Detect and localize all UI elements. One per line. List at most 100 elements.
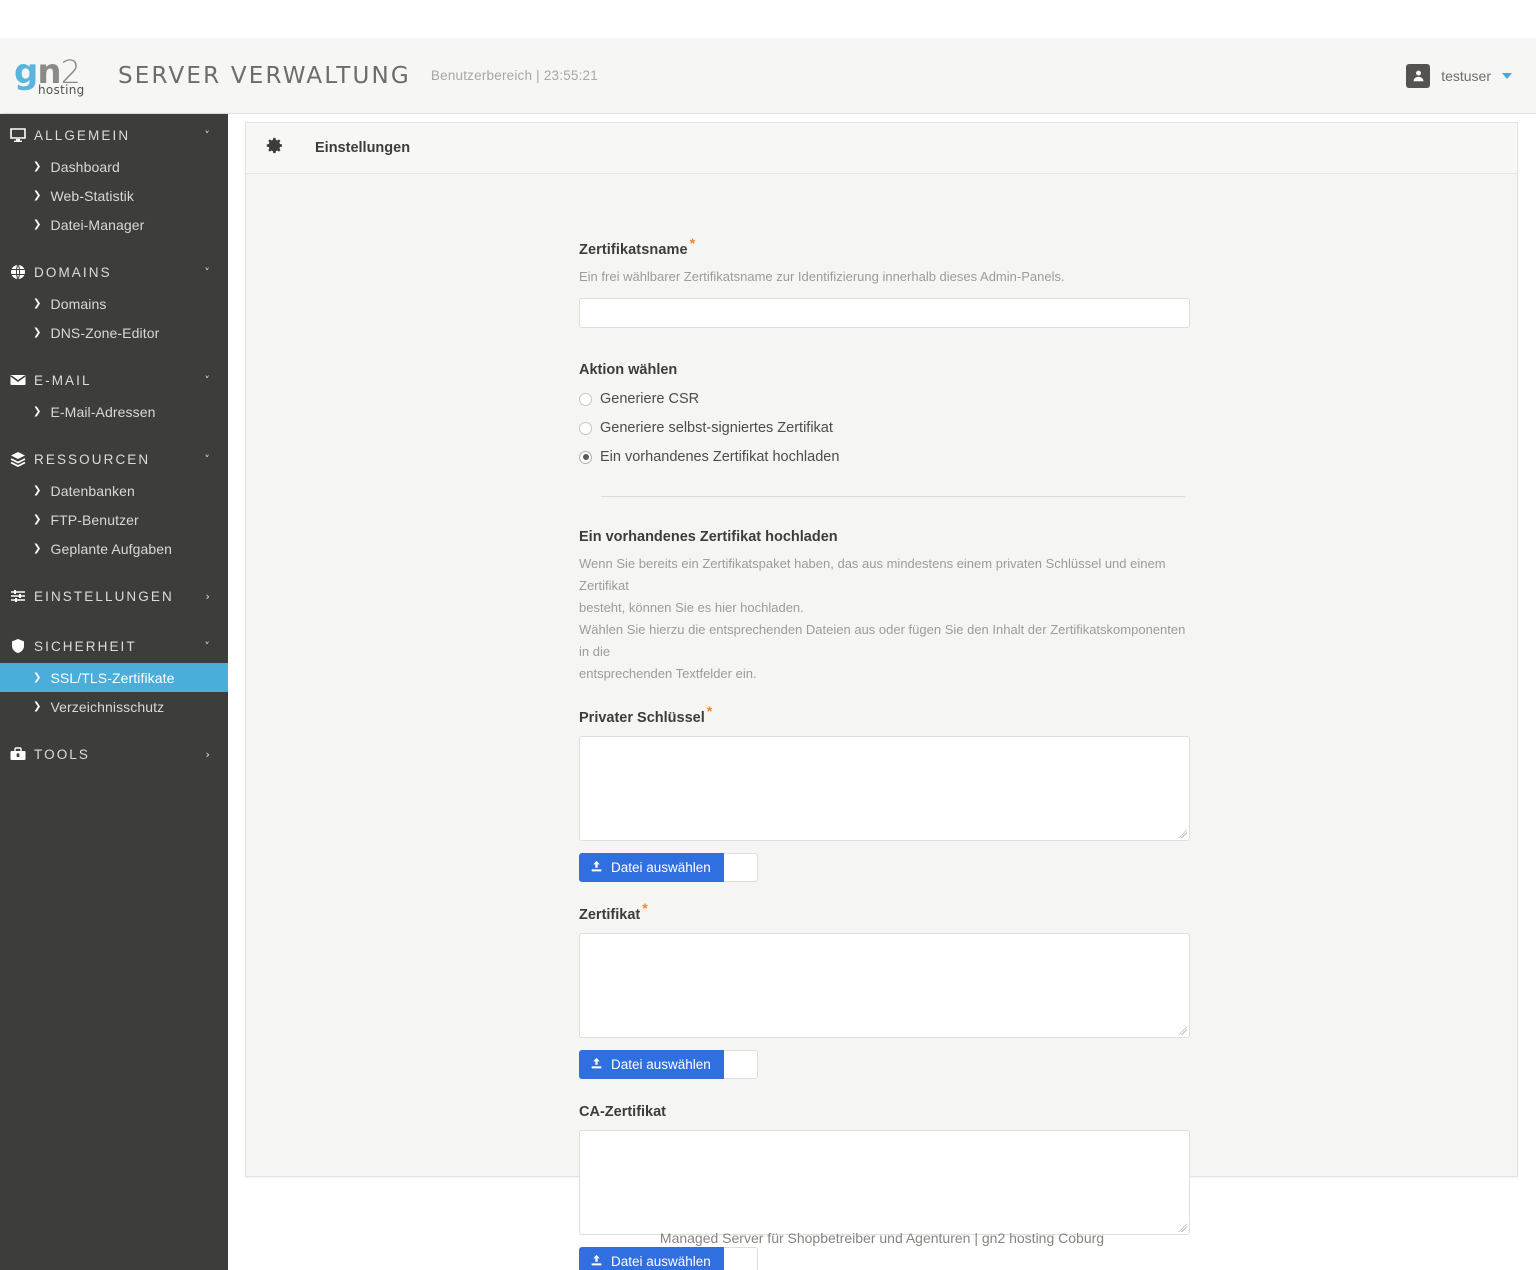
certificate-textarea[interactable] [579, 933, 1190, 1038]
file-button-label: Datei auswählen [611, 860, 711, 875]
certificate-form: Zertifikatsname * Ein frei wählbarer Zert… [579, 236, 1190, 1270]
sidebar-group-email[interactable]: E-MAIL ˅ [0, 363, 228, 397]
settings-panel: Einstellungen Zertifikatsname * Ein frei … [245, 122, 1518, 1270]
chevron-right-icon: ❯ [33, 514, 42, 525]
radio-icon[interactable] [579, 421, 592, 435]
logo-part-g: g [14, 51, 38, 92]
private-key-file-button[interactable]: Datei auswählen [579, 853, 724, 882]
sidebar-item-dns-zone-editor[interactable]: ❯ DNS-Zone-Editor [0, 318, 228, 347]
action-section-title: Aktion wählen [579, 362, 678, 378]
sidebar-group-einstellungen[interactable]: EINSTELLUNGEN › [0, 579, 228, 613]
user-icon [1406, 63, 1431, 88]
envelope-icon [10, 372, 34, 388]
file-button-label: Datei auswählen [611, 1057, 711, 1072]
gn2-logo-icon[interactable]: gn2 hosting [14, 53, 92, 99]
sidebar-item-label: Verzeichnisschutz [50, 698, 165, 715]
sidebar-item-label: E-Mail-Adressen [50, 403, 156, 420]
ca-certificate-textarea[interactable] [579, 1130, 1190, 1235]
panel-header: Einstellungen [246, 123, 1517, 174]
chevron-right-icon: ❯ [33, 406, 42, 417]
sidebar-item-label: DNS-Zone-Editor [50, 324, 160, 341]
certificate-file-button[interactable]: Datei auswählen [579, 1050, 724, 1079]
chevron-right-icon[interactable]: › [206, 748, 213, 761]
chevron-down-icon[interactable]: ˅ [204, 266, 212, 279]
sidebar-group-tools[interactable]: TOOLS › [0, 737, 228, 771]
private-key-label-text: Privater Schlüssel [579, 710, 705, 726]
ca-certificate-file-row: Datei auswählen [579, 1247, 1190, 1270]
user-menu[interactable]: testuser [1406, 63, 1512, 88]
upload-icon [590, 1254, 603, 1270]
sidebar-item-geplante-aufgaben[interactable]: ❯ Geplante Aufgaben [0, 534, 228, 563]
sidebar-item-web-statistik[interactable]: ❯ Web-Statistik [0, 181, 228, 210]
sidebar-item-label: Dashboard [50, 158, 120, 175]
upload-text-line-3: Wählen Sie hierzu die entsprechenden Dat… [579, 622, 1186, 659]
private-key-textarea[interactable] [579, 736, 1190, 841]
sidebar-item-datenbanken[interactable]: ❯ Datenbanken [0, 476, 228, 505]
private-key-file-field[interactable] [723, 853, 758, 882]
radio-option-hochladen[interactable]: Ein vorhandenes Zertifikat hochladen [579, 449, 1190, 465]
private-key-label: Privater Schlüssel * [579, 704, 1190, 726]
sidebar-item-label: Datei-Manager [50, 216, 145, 233]
ca-certificate-label: CA-Zertifikat [579, 1104, 1190, 1120]
sidebar-group-domains[interactable]: DOMAINS ˅ [0, 255, 228, 289]
sidebar-group-label: DOMAINS [34, 264, 112, 280]
sidebar-group-ressourcen[interactable]: RESSOURCEN ˅ [0, 442, 228, 476]
footer-text: Managed Server für Shopbetreiber und Age… [659, 1230, 1105, 1246]
sidebar-item-ftp-benutzer[interactable]: ❯ FTP-Benutzer [0, 505, 228, 534]
sidebar-group-label: SICHERHEIT [34, 638, 137, 654]
sidebar-item-domains[interactable]: ❯ Domains [0, 289, 228, 318]
sidebar-item-verzeichnisschutz[interactable]: ❯ Verzeichnisschutz [0, 692, 228, 721]
sidebar-item-label: SSL/TLS-Zertifikate [50, 669, 175, 686]
radio-option-selbst-signiert[interactable]: Generiere selbst-signiertes Zertifikat [579, 420, 1190, 436]
globe-icon [10, 264, 34, 280]
toolbox-icon [10, 746, 34, 762]
sidebar-item-label: FTP-Benutzer [50, 511, 139, 528]
logo-subtitle: hosting [38, 82, 85, 97]
sidebar-group-label: EINSTELLUNGEN [34, 588, 174, 604]
sidebar-item-label: Domains [50, 295, 107, 312]
sidebar-item-label: Web-Statistik [50, 187, 134, 204]
certificate-label-text: Zertifikat [579, 907, 641, 923]
radio-option-generiere-csr[interactable]: Generiere CSR [579, 391, 1190, 407]
private-key-file-row: Datei auswählen [579, 853, 1190, 882]
app-subtitle: Benutzerbereich | 23:55:21 [430, 68, 598, 83]
cert-name-input[interactable] [579, 298, 1190, 328]
radio-icon-selected[interactable] [579, 450, 592, 464]
chevron-down-icon[interactable]: ˅ [204, 374, 212, 387]
sidebar-item-datei-manager[interactable]: ❯ Datei-Manager [0, 210, 228, 239]
chevron-right-icon: ❯ [33, 161, 42, 172]
sidebar: ALLGEMEIN ˅ ❯ Dashboard ❯ Web-Statistik … [0, 114, 228, 1270]
sidebar-item-dashboard[interactable]: ❯ Dashboard [0, 152, 228, 181]
chevron-down-icon[interactable]: ˅ [204, 453, 212, 466]
certificate-file-row: Datei auswählen [579, 1050, 1190, 1079]
radio-icon[interactable] [579, 392, 592, 406]
page-title: Einstellungen [315, 140, 411, 156]
upload-block-text: Wenn Sie bereits ein Zertifikatspaket ha… [579, 553, 1190, 685]
ca-certificate-file-button[interactable]: Datei auswählen [579, 1247, 724, 1270]
radio-label: Generiere CSR [600, 391, 700, 407]
sidebar-item-ssl-tls-zertifikate[interactable]: ❯ SSL/TLS-Zertifikate [0, 663, 228, 692]
chevron-down-icon[interactable]: ˅ [204, 640, 212, 653]
chevron-down-icon[interactable] [1502, 72, 1512, 79]
desktop-icon [10, 127, 34, 143]
cert-name-label: Zertifikatsname * [579, 236, 1190, 258]
app-root: gn2 hosting SERVER VERWALTUNG Benutzerbe… [0, 0, 1536, 1270]
sidebar-item-label: Geplante Aufgaben [50, 540, 173, 557]
certificate-file-field[interactable] [723, 1050, 758, 1079]
upload-text-line-4: entsprechenden Textfelder ein. [579, 666, 757, 681]
chevron-right-icon: ❯ [33, 543, 42, 554]
chevron-right-icon: ❯ [33, 190, 42, 201]
chevron-right-icon: ❯ [33, 219, 42, 230]
chevron-down-icon[interactable]: ˅ [204, 129, 212, 142]
sidebar-group-allgemein[interactable]: ALLGEMEIN ˅ [0, 118, 228, 152]
sidebar-group-label: ALLGEMEIN [34, 127, 131, 143]
panel-body: Zertifikatsname * Ein frei wählbarer Zert… [246, 174, 1517, 1270]
chevron-right-icon[interactable]: › [206, 590, 213, 603]
upload-block-title: Ein vorhandenes Zertifikat hochladen [579, 529, 838, 545]
ca-certificate-file-field[interactable] [723, 1247, 758, 1270]
chevron-right-icon: ❯ [33, 327, 42, 338]
user-name: testuser [1441, 67, 1491, 84]
required-marker: * [642, 900, 648, 917]
sidebar-item-email-adressen[interactable]: ❯ E-Mail-Adressen [0, 397, 228, 426]
sidebar-group-sicherheit[interactable]: SICHERHEIT ˅ [0, 629, 228, 663]
